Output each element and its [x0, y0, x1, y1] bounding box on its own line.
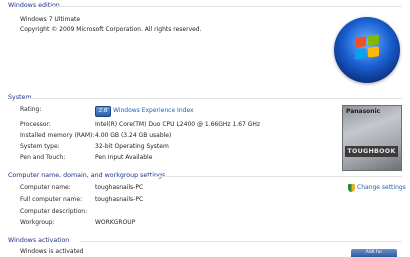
memory-label: Installed memory (RAM):: [20, 132, 95, 139]
genuine-software-button[interactable]: ASK for: [351, 249, 397, 257]
rating-label: Rating:: [20, 106, 42, 113]
divider: [148, 176, 402, 177]
computer-name-value: toughasnails-PC: [95, 184, 144, 191]
full-computer-name-label: Full computer name:: [20, 196, 83, 203]
processor-label: Processor:: [20, 121, 51, 128]
workgroup-value: WORKGROUP: [95, 219, 136, 226]
system-type-value: 32-bit Operating System: [95, 143, 169, 150]
oem-product-text: TOUGHBOOK: [345, 146, 398, 157]
computer-description-label: Computer description:: [20, 208, 88, 215]
divider: [50, 6, 402, 7]
pen-touch-value: Pen Input Available: [95, 154, 153, 161]
uac-shield-icon: [348, 184, 355, 192]
section-title-activation: Windows activation: [8, 237, 70, 244]
change-settings-link[interactable]: Change settings: [357, 184, 406, 191]
workgroup-label: Workgroup:: [20, 219, 55, 226]
flag-green: [368, 34, 379, 46]
oem-logo: Panasonic TOUGHBOOK: [342, 105, 402, 171]
computer-name-label: Computer name:: [20, 184, 71, 191]
system-type-label: System type:: [20, 143, 60, 150]
windows-experience-index-link[interactable]: Windows Experience Index: [113, 107, 194, 114]
pen-touch-label: Pen and Touch:: [20, 154, 66, 161]
flag-yellow: [368, 46, 379, 58]
full-computer-name-value: toughasnails-PC: [95, 196, 144, 203]
divider: [80, 241, 402, 242]
oem-brand-text: Panasonic: [346, 108, 381, 115]
processor-value: Intel(R) Core(TM) Duo CPU L2400 @ 1.66GH…: [95, 121, 261, 128]
flag-blue: [355, 48, 366, 60]
activation-status: Windows is activated: [20, 248, 84, 255]
flag-red: [355, 36, 366, 48]
memory-value: 4.00 GB (3.24 GB usable): [95, 132, 172, 139]
section-title-computer-name: Computer name, domain, and workgroup set…: [8, 172, 166, 179]
edition-name: Windows 7 Ultimate: [20, 16, 81, 23]
divider: [28, 98, 402, 99]
copyright-text: Copyright © 2009 Microsoft Corporation. …: [20, 26, 202, 33]
windows-logo: [334, 17, 400, 83]
wei-score-badge[interactable]: 2.8: [95, 106, 111, 117]
